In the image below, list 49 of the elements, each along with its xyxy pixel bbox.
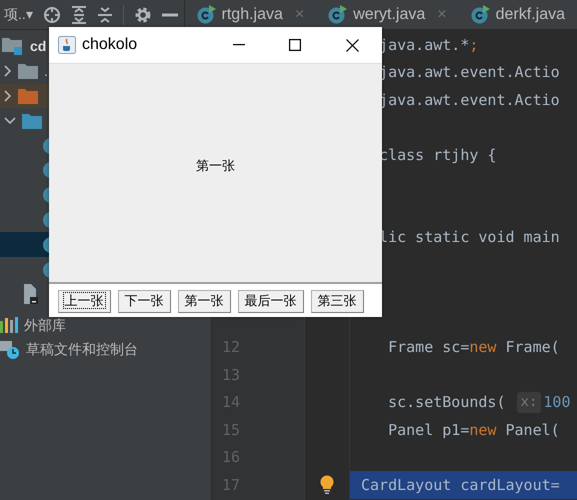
card-nav-button[interactable]: 第三张 — [310, 290, 364, 312]
tree-item[interactable]: . — [44, 60, 48, 82]
card-nav-button[interactable]: 上一张 — [58, 290, 110, 312]
code-line: CardLayout cardLayout= — [361, 474, 560, 496]
code-line: sc.setBounds( — [387, 392, 506, 413]
class-file-icon — [43, 138, 49, 154]
tree-item[interactable]: 外部库 — [24, 314, 66, 336]
editor-tab[interactable]: derkf.java — [458, 0, 577, 30]
code-line: 100 — [543, 392, 570, 413]
minimize-icon[interactable] — [233, 44, 245, 46]
view-dropdown[interactable]: 项..▾ — [4, 4, 33, 25]
code-line: java.awt.*; — [378, 34, 478, 56]
card-label: 第一张 — [196, 157, 235, 176]
settings-icon[interactable] — [134, 6, 152, 24]
parameter-hint: x: — [516, 392, 542, 413]
class-file-icon — [196, 5, 216, 24]
chevron-right-icon[interactable] — [4, 65, 12, 78]
card-nav-button[interactable]: 第一张 — [178, 290, 230, 312]
code-line: java.awt.event.Actio — [378, 62, 560, 83]
tree-item[interactable]: cd — [30, 36, 46, 57]
module-folder-icon — [2, 37, 24, 56]
window-title: chokolo — [82, 35, 138, 55]
class-file-icon — [43, 187, 49, 204]
class-file-icon — [470, 5, 490, 24]
close-icon[interactable] — [346, 38, 359, 52]
tree-item[interactable]: 草稿文件和控制台 — [26, 339, 138, 360]
class-file-icon — [43, 262, 49, 278]
coffee-cup-icon — [58, 36, 76, 54]
locate-icon[interactable] — [42, 6, 61, 24]
collapse-all-icon[interactable] — [96, 6, 113, 24]
class-file-icon — [43, 212, 49, 228]
editor-tab[interactable]: weryt.java × — [316, 0, 459, 30]
chevron-down-icon[interactable] — [4, 116, 16, 125]
editor-tab[interactable]: rtgh.java × — [184, 0, 316, 30]
card-nav-button[interactable]: 最后一张 — [238, 290, 304, 312]
code-line: lic static void main — [378, 227, 560, 248]
card-nav-button[interactable]: 下一张 — [118, 290, 170, 312]
code-line: Frame sc=new Frame( — [387, 337, 560, 358]
class-file-icon — [43, 162, 49, 178]
lightbulb-icon[interactable] — [320, 474, 334, 495]
class-file-icon — [43, 236, 49, 253]
code-line: Panel p1=new Panel( — [387, 420, 560, 440]
code-line: java.awt.event.Actio — [378, 90, 560, 110]
chevron-right-icon[interactable] — [4, 90, 12, 102]
maximize-icon[interactable] — [289, 39, 301, 51]
class-file-icon — [328, 5, 348, 24]
expand-all-icon[interactable] — [70, 6, 87, 24]
library-icon — [0, 317, 18, 334]
scratch-console-icon — [0, 340, 20, 359]
